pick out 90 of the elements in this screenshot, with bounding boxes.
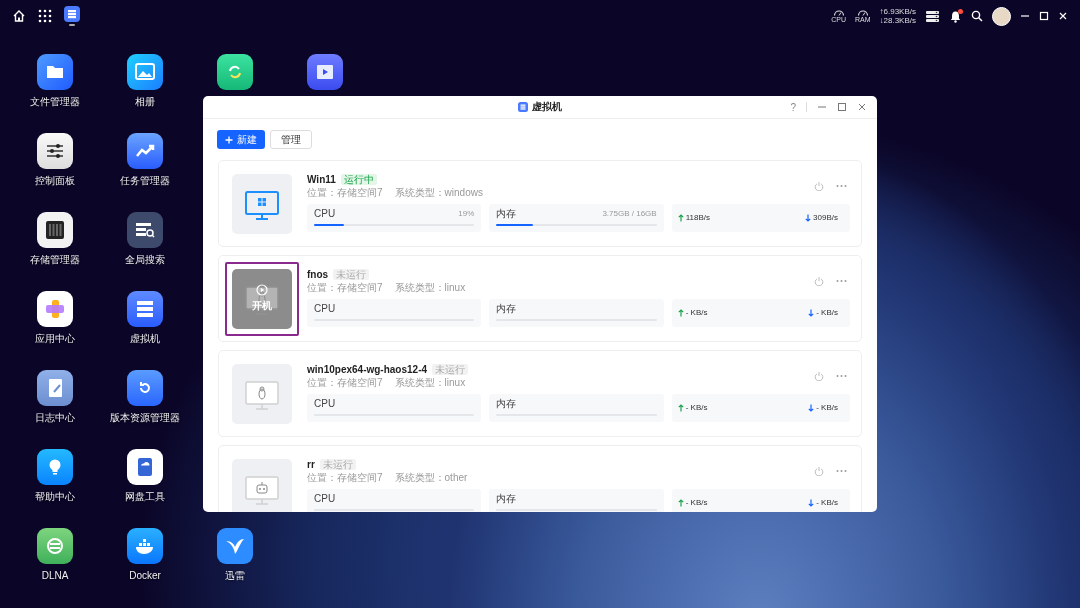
app-label: DLNA (41, 570, 69, 582)
status-tag: 未运行 (333, 268, 370, 280)
folder-icon[interactable] (37, 54, 73, 90)
app-label: 帮助中心 (35, 491, 75, 503)
vm-name: fnos (307, 268, 329, 280)
down-arrow-icon (805, 213, 812, 222)
status-tag: 运行中 (340, 173, 377, 185)
down-arrow-icon (808, 498, 815, 507)
metric-label: CPU (314, 207, 336, 220)
search-icon[interactable] (971, 10, 983, 22)
metric-label: 内存 (496, 207, 517, 220)
up-arrow-icon (677, 213, 684, 222)
up-arrow-icon (677, 308, 684, 317)
upload-speed: 118B/s (685, 213, 710, 222)
location-text: 位置：存储空间7 (307, 376, 383, 389)
metric-label: 内存 (496, 302, 517, 315)
down-arrow-icon (808, 403, 815, 412)
app-label: 控制面板 (35, 175, 75, 187)
location-text: 位置：存储空间7 (307, 471, 383, 484)
up-arrow-icon (677, 403, 684, 412)
upload-speed: - KB/s (685, 403, 708, 412)
lightbulb-icon[interactable] (37, 449, 73, 485)
restore-icon[interactable] (127, 370, 163, 406)
location-text: 位置：存储空间7 (307, 186, 383, 199)
status-tag: 未运行 (432, 363, 469, 375)
app-label: 应用中心 (35, 333, 75, 345)
play-icon (256, 284, 268, 296)
manage-button[interactable]: 管理 (270, 130, 312, 149)
avatar[interactable] (992, 6, 1011, 26)
server-stack-icon[interactable] (127, 291, 163, 327)
app-label: 文件管理器 (30, 96, 80, 108)
drive-bay-icon[interactable] (37, 212, 73, 248)
app-label: 日志中心 (35, 412, 75, 424)
window-title: 虚拟机 (532, 100, 562, 114)
app-label: 网盘工具 (125, 491, 165, 503)
system-type-text: 系统类型：windows (394, 186, 483, 199)
vm-name: Win11 (307, 173, 336, 185)
app-grid-icon[interactable] (38, 9, 52, 23)
metric-label: CPU (314, 397, 336, 410)
whale-icon[interactable] (127, 528, 163, 564)
cloud-drive-icon[interactable] (127, 449, 163, 485)
home-icon[interactable] (12, 9, 26, 23)
metric-label: 内存 (496, 397, 517, 410)
app-label: 虚拟机 (130, 333, 160, 345)
gauge-icon (856, 9, 869, 16)
plus-icon (225, 135, 233, 144)
download-speed: - KB/s (816, 403, 838, 412)
app-label: 存储管理器 (30, 254, 80, 266)
app-label: 相册 (135, 96, 155, 108)
vm-name: win10pex64-wg-haos12-4 (307, 363, 428, 375)
app-label: 全局搜索 (125, 254, 165, 266)
picture-icon[interactable] (127, 54, 163, 90)
sync-icon[interactable] (217, 54, 253, 90)
server-app-icon (518, 102, 528, 112)
server-app-icon[interactable] (64, 6, 80, 23)
upload-speed: ↑6.93KB/s (879, 7, 916, 16)
metric-label: 内存 (496, 492, 517, 505)
server-icon[interactable] (925, 9, 940, 23)
location-text: 位置：存储空间7 (307, 281, 383, 294)
metric-label: CPU (314, 492, 336, 505)
download-speed: ↓28.3KB/s (879, 16, 916, 25)
app-label: 任务管理器 (120, 175, 170, 187)
system-type-text: 系统类型：linux (394, 376, 466, 389)
status-tag: 未运行 (319, 458, 356, 470)
download-speed: - KB/s (816, 498, 838, 507)
metric-reading: 19% (458, 207, 475, 220)
upload-speed: - KB/s (685, 308, 708, 317)
help-button[interactable]: ? (790, 101, 796, 113)
upload-speed: - KB/s (685, 498, 708, 507)
download-speed: - KB/s (816, 308, 838, 317)
metric-label: CPU (314, 302, 336, 315)
down-arrow-icon (808, 308, 815, 317)
system-type-text: 系统类型：other (394, 471, 468, 484)
notebook-icon[interactable] (37, 370, 73, 406)
blocks-icon[interactable] (37, 291, 73, 327)
app-label: 迅雷 (225, 570, 245, 582)
search-list-icon[interactable] (127, 212, 163, 248)
bell-icon[interactable] (949, 9, 962, 23)
system-type-text: 系统类型：linux (394, 281, 466, 294)
vm-name: rr (307, 458, 315, 470)
app-label: Docker (129, 570, 161, 582)
app-label: 版本资源管理器 (110, 412, 180, 424)
gauge-icon (832, 9, 845, 16)
start-label: 开机 (252, 299, 272, 313)
new-button[interactable]: 新建 (217, 130, 265, 149)
video-icon[interactable] (307, 54, 343, 90)
download-speed: 309B/s (813, 213, 838, 222)
metric-reading: 3.75GB / 16GB (602, 207, 657, 220)
up-arrow-icon (677, 498, 684, 507)
sliders-icon[interactable] (37, 133, 73, 169)
